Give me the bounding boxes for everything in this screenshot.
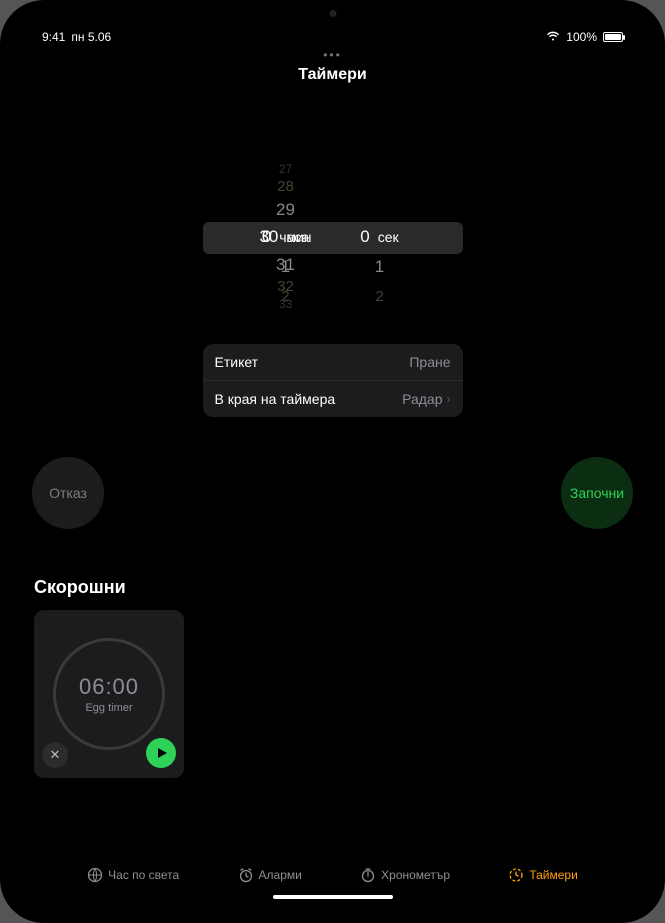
minutes-column-real[interactable]: 27 28 29 30мин 31 32 33 xyxy=(246,162,326,312)
label-row-label: Етикет xyxy=(215,354,259,370)
battery-icon xyxy=(603,32,623,42)
end-sound-row[interactable]: В края на таймера Радар › xyxy=(203,381,463,417)
recent-timer-card[interactable]: 06:00 Egg timer ✕ xyxy=(34,610,184,778)
picker-highlight xyxy=(203,222,463,254)
tab-bar: Час по света Аларми Хронометър Таймери xyxy=(18,867,647,883)
wifi-icon xyxy=(546,30,560,44)
tab-timers[interactable]: Таймери xyxy=(508,867,577,883)
recent-start-button[interactable] xyxy=(146,738,176,768)
end-row-label: В края на таймера xyxy=(215,391,336,407)
recent-heading: Скорошни xyxy=(34,577,647,598)
duration-picker[interactable]: 0часа 1 2 27 28 29 29 29 27 28 29 30мин … xyxy=(203,162,463,312)
page-title: Таймери xyxy=(18,66,647,84)
status-time: 9:41 xyxy=(42,30,65,44)
label-row[interactable]: Етикет Пране xyxy=(203,344,463,381)
recent-timer-time: 06:00 xyxy=(79,674,139,700)
battery-percent: 100% xyxy=(566,30,597,44)
recent-delete-button[interactable]: ✕ xyxy=(42,742,68,768)
seconds-column[interactable]: 0сек 1 2 3 xyxy=(340,162,420,312)
start-button[interactable]: Започни xyxy=(561,457,633,529)
cancel-button[interactable]: Отказ xyxy=(32,457,104,529)
end-row-value: Радар xyxy=(402,391,442,407)
status-bar: 9:41 пн 5.06 100% xyxy=(18,20,647,48)
multitasking-handle[interactable]: ••• xyxy=(323,48,342,62)
stopwatch-icon xyxy=(360,867,376,883)
globe-icon xyxy=(87,867,103,883)
tab-stopwatch[interactable]: Хронометър xyxy=(360,867,450,883)
recent-timer-dial: 06:00 Egg timer xyxy=(53,638,165,750)
timer-settings-list: Етикет Пране В края на таймера Радар › xyxy=(203,344,463,417)
close-icon: ✕ xyxy=(50,747,61,763)
front-camera xyxy=(329,10,336,17)
status-date: пн 5.06 xyxy=(71,30,111,44)
play-icon xyxy=(156,747,168,759)
label-row-value: Пране xyxy=(409,354,450,370)
timer-icon xyxy=(508,867,524,883)
recent-timer-name: Egg timer xyxy=(85,702,132,714)
chevron-right-icon: › xyxy=(447,392,451,406)
home-indicator[interactable] xyxy=(273,895,393,899)
tab-alarms[interactable]: Аларми xyxy=(238,867,302,883)
alarm-icon xyxy=(238,867,254,883)
tab-world-clock[interactable]: Час по света xyxy=(87,867,179,883)
